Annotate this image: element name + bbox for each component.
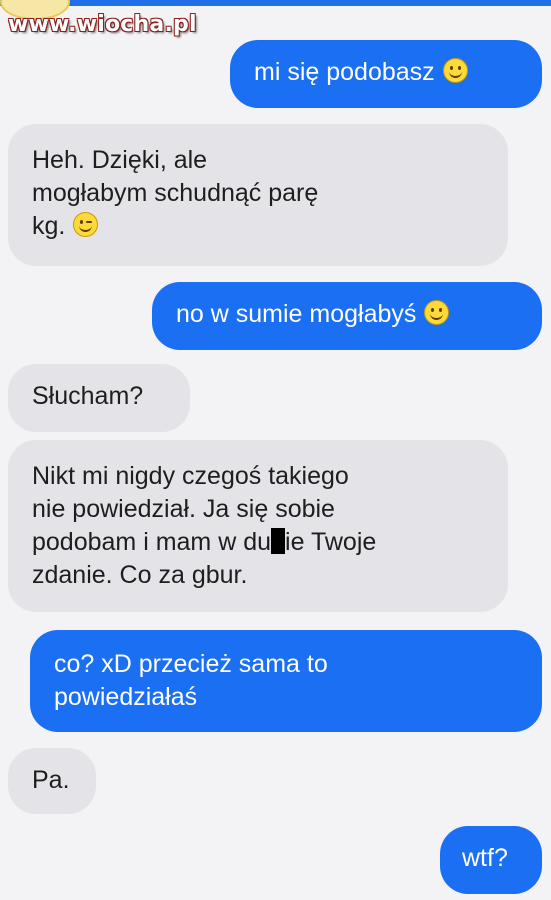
message-line: Heh. Dzięki, ale [32, 146, 208, 174]
message-text: no w sumie mogłabyś [176, 300, 417, 328]
message-line: co? xD przecież sama to [54, 650, 328, 678]
message-sent[interactable]: no w sumie mogłabyś [152, 282, 542, 350]
wink-icon [73, 212, 99, 237]
message-line: ie Twoje [285, 528, 377, 556]
message-line: Nikt mi nigdy czegoś takiego [32, 462, 349, 490]
message-received[interactable]: Nikt mi nigdy czegoś takiego nie powiedz… [8, 440, 508, 612]
message-received[interactable]: Słucham? [8, 364, 190, 432]
message-text: Słucham? [32, 382, 144, 410]
top-bar [0, 0, 551, 6]
message-text: mi się podobasz [254, 58, 435, 86]
smiley-icon [442, 58, 468, 83]
message-line: mogłabym schudnąć parę [32, 179, 319, 207]
message-sent[interactable]: wtf? [440, 826, 542, 894]
smiley-icon [424, 300, 450, 325]
message-sent[interactable]: mi się podobasz [230, 40, 542, 108]
message-sent[interactable]: co? xD przecież sama to powiedziałaś [30, 630, 542, 732]
watermark: www.wiocha.pl [8, 12, 197, 37]
message-line: zdanie. Co za gbur. [32, 561, 248, 589]
message-line: podobam i mam w du [32, 528, 272, 556]
message-line: kg. [32, 212, 66, 240]
redaction-block [271, 528, 286, 554]
message-received[interactable]: Pa. [8, 748, 96, 814]
message-text: wtf? [462, 844, 508, 872]
message-text: Pa. [32, 766, 70, 794]
message-line: powiedziałaś [54, 683, 198, 711]
message-received[interactable]: Heh. Dzięki, ale mogłabym schudnąć parę … [8, 124, 508, 266]
message-line: nie powiedział. Ja się sobie [32, 495, 335, 523]
